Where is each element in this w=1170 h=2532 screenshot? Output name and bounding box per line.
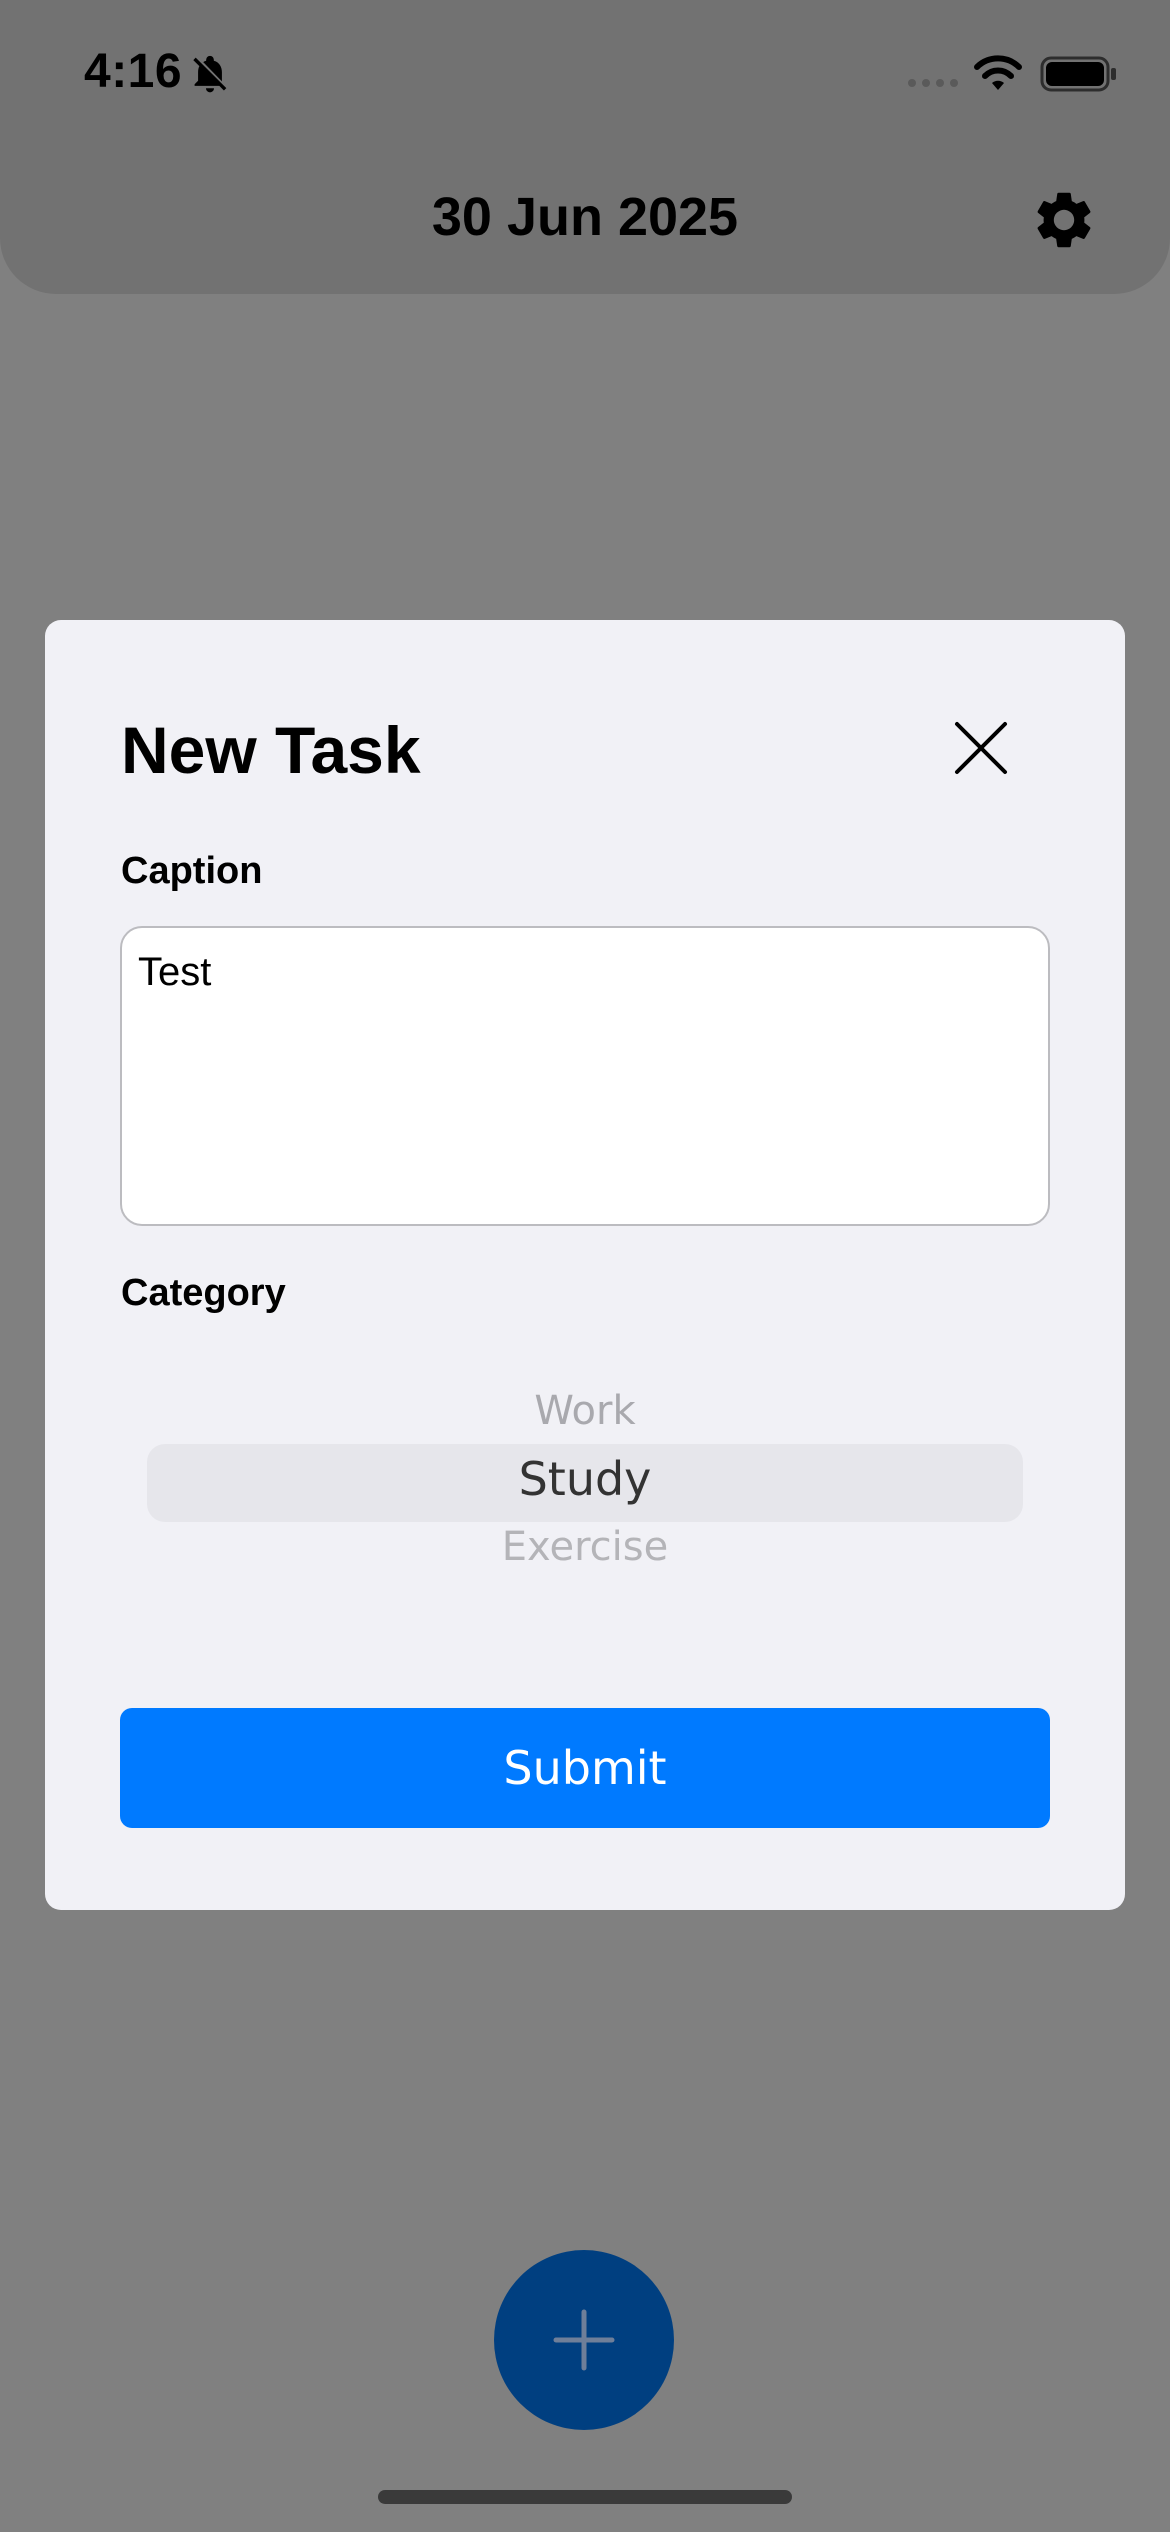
close-icon[interactable] (951, 718, 1011, 778)
status-bar: 4:16 (0, 0, 1170, 140)
home-indicator (378, 2490, 792, 2504)
submit-button[interactable]: Submit (120, 1708, 1050, 1828)
add-task-button[interactable] (494, 2250, 674, 2430)
status-time: 4:16 (84, 45, 183, 98)
picker-option-work[interactable]: Work (147, 1388, 1023, 1434)
battery-icon (1040, 56, 1116, 92)
category-picker[interactable]: Work Study Exercise (147, 1360, 1023, 1580)
picker-option-exercise[interactable]: Exercise (147, 1524, 1023, 1570)
category-label: Category (121, 1272, 286, 1314)
gear-icon[interactable] (1030, 186, 1098, 254)
picker-option-study[interactable]: Study (147, 1452, 1023, 1506)
bell-slash-icon (193, 55, 227, 93)
caption-label: Caption (121, 850, 263, 892)
wifi-icon (974, 55, 1022, 90)
new-task-modal: New Task Caption Test Category Work Stud… (45, 620, 1125, 1910)
caption-textarea[interactable]: Test (120, 926, 1050, 1226)
plus-icon (553, 2309, 615, 2371)
modal-title: New Task (121, 713, 421, 787)
cellular-signal-icon (908, 79, 958, 87)
header-date: 30 Jun 2025 (431, 187, 739, 247)
